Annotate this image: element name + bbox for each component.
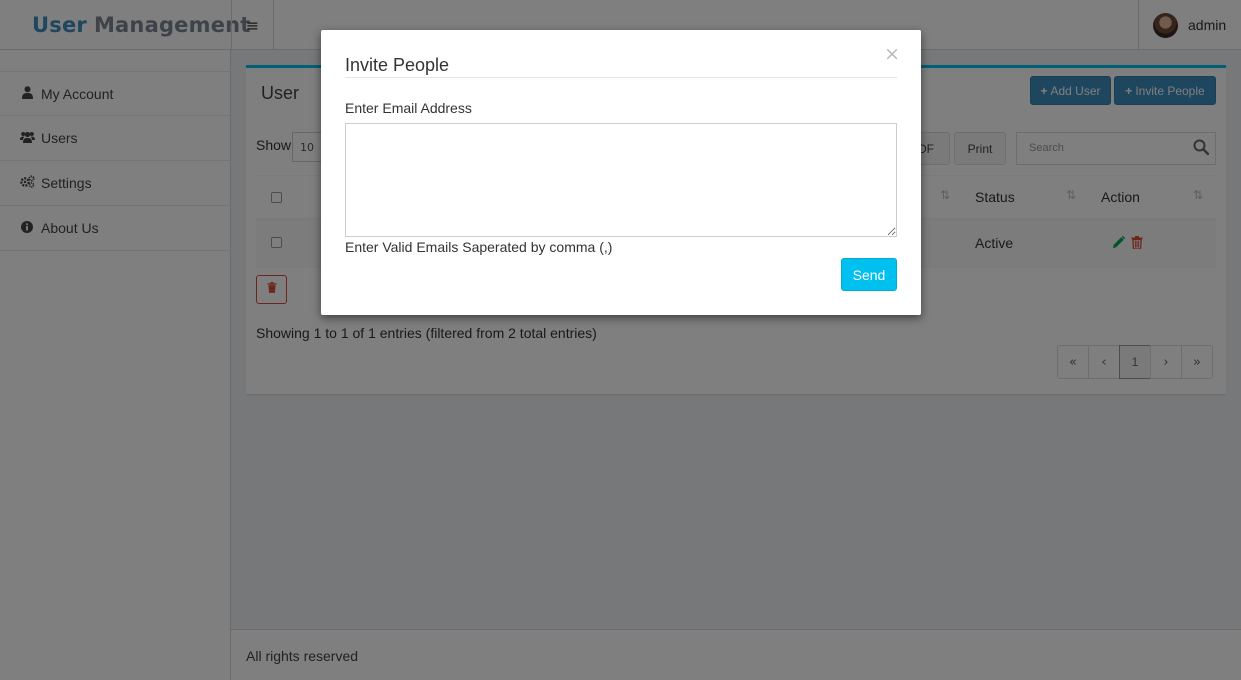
- modal-title: Invite People: [345, 55, 450, 75]
- invite-people-modal: × Invite People Enter Email Address Ente…: [321, 30, 921, 315]
- divider: [345, 77, 897, 78]
- send-button[interactable]: Send: [841, 258, 897, 291]
- email-help-text: Enter Valid Emails Saperated by comma (,…: [345, 239, 613, 255]
- email-textarea[interactable]: [345, 123, 897, 237]
- email-field-label: Enter Email Address: [345, 100, 472, 116]
- close-icon[interactable]: ×: [884, 43, 900, 65]
